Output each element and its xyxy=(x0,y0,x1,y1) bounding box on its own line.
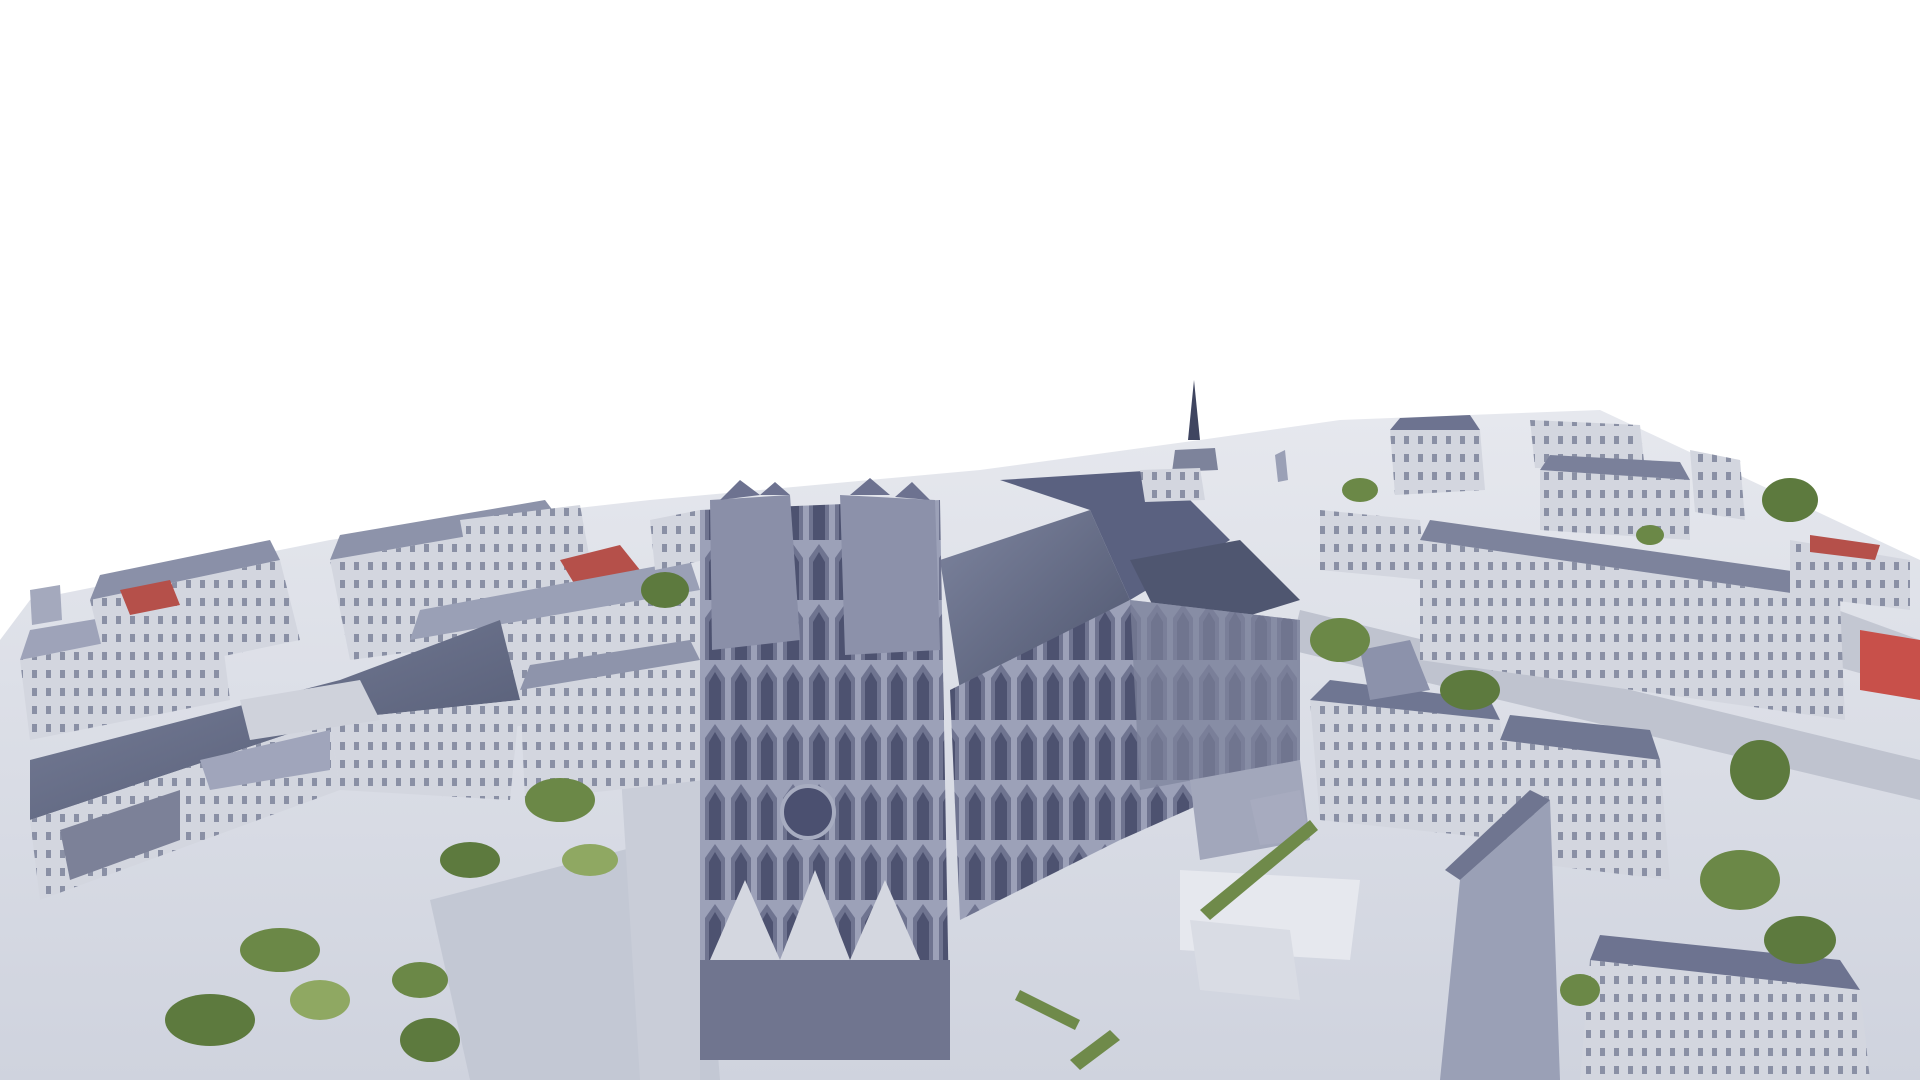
map-3d-view[interactable] xyxy=(0,0,1920,1080)
map-canvas[interactable] xyxy=(0,0,1920,1080)
cathedral-north-tower xyxy=(710,495,800,650)
cathedral-south-tower xyxy=(840,495,940,655)
cathedral-rose-window xyxy=(780,784,836,840)
cathedral-spire xyxy=(1188,380,1200,440)
